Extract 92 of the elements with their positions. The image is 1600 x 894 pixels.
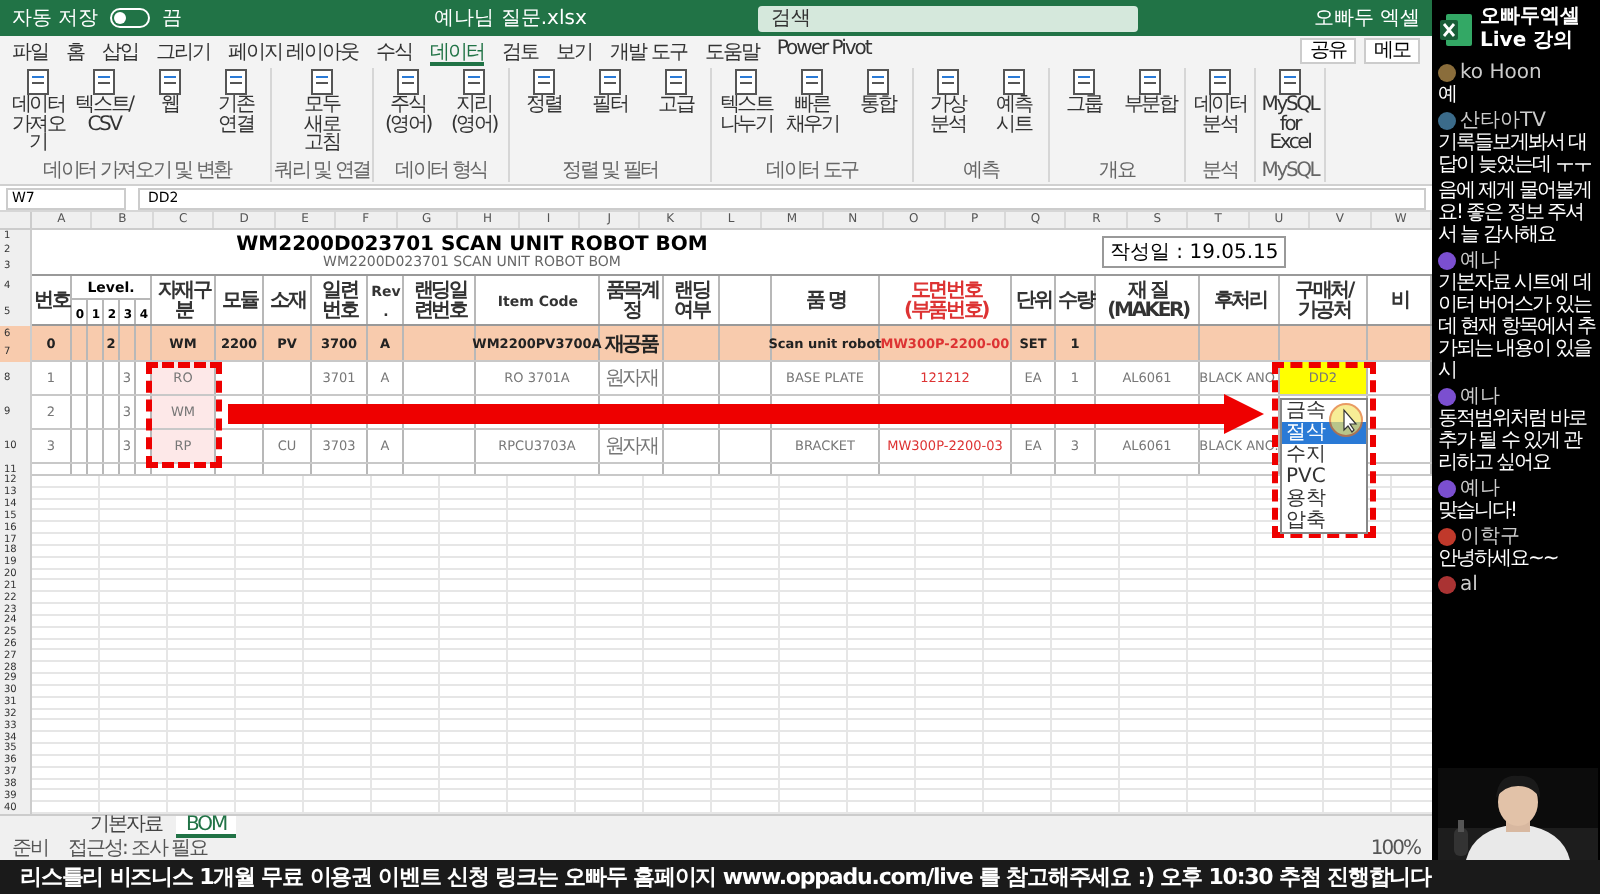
ribbon-action-button[interactable]: 공유 xyxy=(1300,38,1356,64)
ribbon-tab[interactable]: 보기 xyxy=(556,37,593,65)
column-heading: 품 명 xyxy=(804,288,848,316)
ribbon-tab[interactable]: Power Pivot xyxy=(776,37,871,65)
chat-message: 맞습니다! xyxy=(1438,500,1519,522)
ribbon-button[interactable]: MySQL for Excel xyxy=(1257,68,1322,160)
ribbon-button[interactable]: 웹 xyxy=(138,68,202,160)
autosave-state: 끔 xyxy=(162,6,183,32)
channel-title: 오빠두엑셀 xyxy=(1480,6,1580,30)
column-heading: 자재구분 xyxy=(155,278,214,326)
ribbon-button[interactable]: 고급 xyxy=(643,68,708,160)
channel-subtitle: Live 강의 xyxy=(1480,30,1576,54)
ribbon-button[interactable]: 가상 분석 xyxy=(915,68,980,160)
autosave-label: 자동 저장 xyxy=(12,6,99,32)
column-heading: 번호 xyxy=(32,288,72,316)
group-label: 분석 xyxy=(1202,160,1238,182)
search-field[interactable]: 검색 xyxy=(758,5,1139,31)
ribbon-button[interactable]: 그룹 xyxy=(1051,68,1116,160)
group-label: 데이터 도구 xyxy=(765,160,858,182)
ribbon-button[interactable]: 텍스트 나누기 xyxy=(713,68,778,160)
ribbon-tab[interactable]: 삽입 xyxy=(102,37,138,65)
ribbon-button[interactable]: 예측 시트 xyxy=(981,68,1046,160)
user-name: 오빠두 엑셀 xyxy=(1313,6,1420,32)
window-title: 예나님 질문.xlsx xyxy=(434,6,587,32)
chat-author: 산타아TV xyxy=(1460,110,1546,132)
group-label: 예측 xyxy=(963,160,999,182)
column-heading: 구매처/가공처 xyxy=(1293,278,1357,326)
ribbon-tab[interactable]: 도움말 xyxy=(704,37,759,65)
column-heading: 후처리 xyxy=(1211,288,1269,316)
table-cell-text: 원자재 xyxy=(602,434,660,462)
column-heading: 비 xyxy=(1389,288,1411,316)
chat-message: 음에 제게 물어볼게요! 좋은 정보 주셔서 늘 감사해요 xyxy=(1438,180,1593,246)
ribbon-button[interactable]: 정렬 xyxy=(511,68,576,160)
ribbon-tab[interactable]: 검토 xyxy=(502,37,539,65)
group-label: 데이터 가져오기 및 변환 xyxy=(43,160,231,182)
chat-message: 예 xyxy=(1438,84,1458,106)
column-heading: 재 질 (MAKER) xyxy=(1105,278,1192,326)
chat-message: 동적범위처럼 바로 추가 될 수 있게 관리하고 싶어요 xyxy=(1438,408,1589,474)
chat-message: 안녕하세요~~ xyxy=(1438,548,1560,570)
ribbon-action-button[interactable]: 메모 xyxy=(1364,38,1420,64)
column-heading: 모듈 xyxy=(220,288,261,316)
chat-message: 기본자료 시트에 데이터 버어스가 있는데 현재 항목에서 추가되는 내용이 있을시 xyxy=(1438,272,1596,382)
column-heading: 소재 xyxy=(268,288,308,316)
chat-author: al xyxy=(1460,574,1478,596)
news-ticker: 리스틀리 비즈니스 1개월 무료 이용권 이벤트 신청 링크는 오빠두 홈페이지 www.oppadu.com/live 를 참고해주세요 :) 오후 10:30 추첨 진행합니다 xyxy=(20,862,1432,892)
date-label: 작성일 : 19.05.15 xyxy=(1102,236,1287,268)
table-cell-text: 재공품 xyxy=(602,331,661,359)
ribbon-button[interactable]: 텍스트/CSV xyxy=(72,68,136,160)
sheet-title: WM2200D023701 SCAN UNIT ROBOT BOM xyxy=(236,234,708,256)
column-heading: 일련번호 xyxy=(320,278,361,326)
column-heading: 랜딩여부 xyxy=(672,278,713,326)
chat-author: 예나 xyxy=(1460,250,1500,272)
ribbon-button[interactable]: 데이터 분석 xyxy=(1187,68,1252,160)
sheet-tab[interactable]: 기본자료 xyxy=(80,816,172,838)
accessibility-status[interactable]: 접근성: 조사 필요 xyxy=(68,839,208,859)
ribbon-button[interactable]: 기존 연결 xyxy=(204,68,268,160)
group-label: 정렬 및 필터 xyxy=(561,160,658,182)
ribbon-button[interactable]: 필터 xyxy=(577,68,642,160)
ribbon-tab[interactable]: 수식 xyxy=(376,37,413,65)
group-label: MySQL xyxy=(1261,160,1319,182)
group-label: 데이터 형식 xyxy=(394,160,487,182)
column-heading: 도면번호 (부품번호) xyxy=(902,278,991,326)
ribbon-button[interactable]: 지리 (영어) xyxy=(441,68,506,160)
column-heading: 수량 xyxy=(1056,288,1096,316)
autosave-toggle[interactable] xyxy=(110,8,151,28)
chat-author: 예나 xyxy=(1460,386,1500,408)
ribbon-tab[interactable]: 홈 xyxy=(66,37,84,65)
ribbon-button[interactable]: 데이터 가져오기 xyxy=(6,68,70,160)
column-heading: 품목계정 xyxy=(603,278,661,326)
status-text: 준비 xyxy=(12,839,48,859)
ribbon-button[interactable]: 모두 새로 고침 xyxy=(289,68,354,160)
ribbon-button[interactable]: 주식 (영어) xyxy=(375,68,440,160)
chat-message: 기록들보게봐서 대답이 늦었는데 ㅜㅜ xyxy=(1438,132,1593,176)
column-heading: 랜딩일련번호 xyxy=(411,278,470,326)
chat-author: ko Hoon xyxy=(1460,62,1542,84)
ribbon-button[interactable]: 빠른 채우기 xyxy=(779,68,844,160)
group-label: 개요 xyxy=(1099,160,1135,182)
ribbon-tab[interactable]: 그리기 xyxy=(156,37,210,65)
sheet-tab[interactable]: BOM xyxy=(176,816,237,838)
ribbon-button[interactable]: 부분합 xyxy=(1117,68,1182,160)
table-cell-text: 원자재 xyxy=(602,366,660,394)
group-label: 쿼리 및 연결 xyxy=(274,160,370,182)
ribbon-button[interactable]: 통합 xyxy=(845,68,910,160)
ribbon-tab[interactable]: 파일 xyxy=(12,37,48,65)
highlight-frame xyxy=(146,362,222,468)
zoom-level[interactable]: 100% xyxy=(1370,839,1420,859)
column-heading: 단위 xyxy=(1014,288,1054,316)
chat-author: 이학구 xyxy=(1460,526,1520,548)
ribbon-tab[interactable]: 페이지 레이아웃 xyxy=(228,37,359,65)
logo-icon xyxy=(1438,12,1474,48)
ribbon-tab[interactable]: 개발 도구 xyxy=(610,37,687,65)
chat-author: 예나 xyxy=(1460,478,1500,500)
